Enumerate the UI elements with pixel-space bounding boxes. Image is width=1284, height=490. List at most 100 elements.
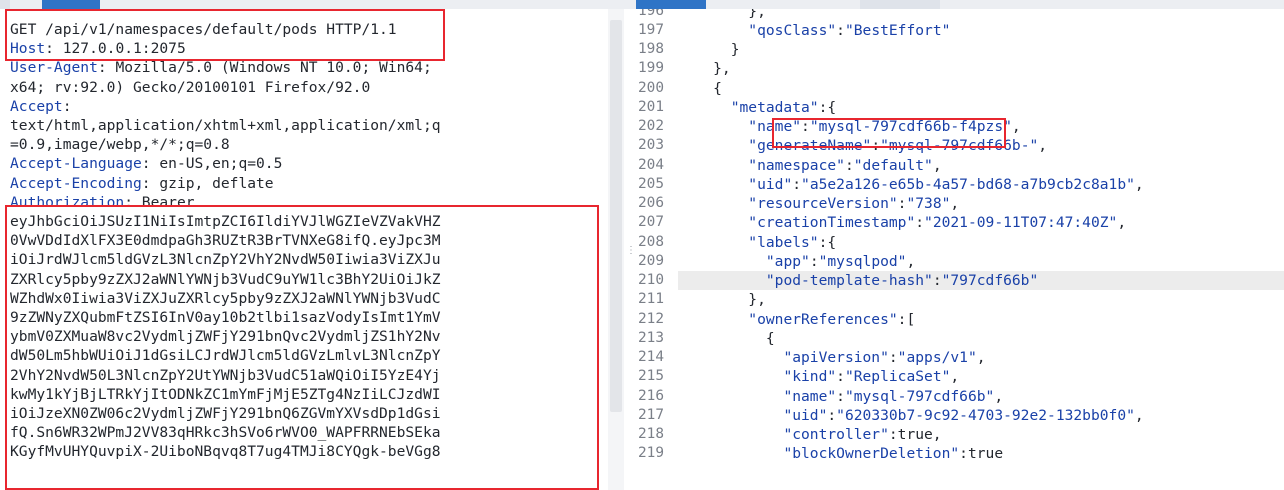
header-value: x64; rv:92.0) Gecko/20100101 Firefox/92.…	[10, 78, 371, 96]
line-number: 206	[632, 194, 676, 213]
json-punct: ,	[1011, 118, 1021, 135]
json-punct	[678, 445, 783, 462]
line-number: 219	[632, 444, 676, 463]
json-punct: :	[871, 137, 881, 155]
json-string: "mysql-797cdf66b"	[844, 387, 995, 405]
code-line: "labels":{	[678, 233, 1284, 252]
line-number-text: 205	[638, 175, 664, 192]
line-number: 200	[632, 79, 676, 98]
json-punct	[678, 176, 748, 193]
code-line: "controller":true,	[678, 425, 1284, 444]
json-key: "blockOwnerDeletion"	[783, 445, 960, 463]
request-line: 9zZWNyZXQubmFtZSI6InV0ay10b2tlbi1sazVody…	[10, 308, 441, 327]
json-string: "mysql-797cdf66b-"	[880, 137, 1039, 155]
json-string: "2021-09-11T07:47:40Z"	[924, 214, 1118, 232]
header-value: 2VhY2NvdW50L3NlcnZpY2UtYWNjb3VudC51aWQiO…	[10, 366, 441, 384]
line-number: 211	[632, 290, 676, 309]
json-punct	[678, 349, 783, 366]
tab-request-active[interactable]	[42, 0, 100, 9]
header-value: ZXRlcy5pby9zZXJ2aWNlYWNjb3VudC9uYW1lc3Bh…	[10, 270, 441, 288]
code-line: "generateName":"mysql-797cdf66b-",	[678, 136, 1284, 155]
header-value: : gzip, deflate	[141, 174, 274, 192]
json-key: "controller"	[783, 426, 889, 443]
json-key: "name"	[783, 387, 837, 405]
json-punct: }	[678, 41, 740, 58]
line-number-text: 203	[638, 137, 664, 154]
line-number-text: 201	[638, 98, 664, 115]
line-number: 201	[632, 98, 676, 117]
line-number-text: 215	[638, 368, 664, 385]
json-punct	[678, 137, 748, 154]
line-number: 213	[632, 329, 676, 348]
line-number: 208	[632, 233, 676, 252]
tab-request-raw[interactable]	[0, 0, 10, 9]
line-number-text: 196	[638, 9, 664, 19]
line-number: 209	[632, 252, 676, 271]
header-name: Authorization	[10, 193, 125, 211]
json-string: "ReplicaSet"	[844, 368, 951, 386]
header-value: text/html,application/xhtml+xml,applicat…	[10, 117, 441, 134]
json-punct: ,	[976, 349, 986, 366]
json-punct: :	[792, 175, 802, 193]
response-editor[interactable]: 196 197 198 199 200 201 202 203 204 205 206 207 208 2…	[632, 9, 1284, 490]
json-punct: },	[678, 9, 766, 20]
json-punct	[678, 195, 748, 212]
json-string: "a5e2a126-e65b-4a57-bd68-a7b9cb2c8a1b"	[801, 175, 1135, 193]
request-line: text/html,application/xhtml+xml,applicat…	[10, 116, 441, 135]
json-punct	[678, 426, 783, 443]
json-key: "namespace"	[748, 156, 845, 174]
request-scrollbar-thumb[interactable]	[610, 20, 622, 412]
json-punct	[678, 157, 748, 174]
line-number-text: 208	[638, 233, 664, 250]
line-number: 199	[632, 59, 676, 78]
header-name: User-Agent	[10, 59, 98, 77]
json-punct: ,	[950, 195, 960, 212]
json-punct: ,	[1117, 214, 1127, 232]
request-editor[interactable]: GET /api/v1/namespaces/default/pods HTTP…	[0, 9, 608, 490]
line-number-text: 211	[638, 291, 664, 308]
line-number-text: 204	[638, 156, 664, 173]
json-punct: ,	[994, 387, 1004, 405]
line-number: 212	[632, 310, 676, 329]
request-line: KGyfMvUHYQuvpiX-2UiboNBqvq8T7ug4TMJi8CYQ…	[10, 442, 441, 461]
header-value: fQ.Sn6WR32WPmJ2VV83qHRkc3hSVo6rWVO0_WAPF…	[10, 424, 441, 442]
request-line: 0VwVDdIdXlFX3E0dmdpaGh3RUZtR3BrTVNXeG8if…	[10, 231, 441, 250]
tab-response-active[interactable]	[636, 0, 706, 9]
json-punct: :	[844, 156, 854, 174]
tab-response-other[interactable]	[860, 0, 940, 9]
header-value: eyJhbGciOiJSUzI1NiIsImtpZCI6IldiYVJlWGZI…	[10, 213, 441, 230]
line-number-text: 206	[638, 195, 664, 211]
line-number-text: 198	[638, 41, 664, 57]
json-key: "apiVersion"	[783, 349, 889, 366]
json-key: "uid"	[783, 406, 828, 424]
json-punct	[678, 253, 766, 270]
line-number-text: 210	[638, 272, 664, 288]
code-line: "kind":"ReplicaSet",	[678, 367, 1284, 386]
line-number: 197	[632, 21, 676, 40]
header-value: WZhdWx0Iiwia3ViZXJuZXRlcy5pby9zZXJ2aWNlY…	[10, 289, 441, 307]
code-line: "uid":"620330b7-9c92-4703-92e2-132bb0f0"…	[678, 406, 1284, 425]
json-key: "generateName"	[748, 137, 872, 155]
json-punct: },	[678, 291, 766, 309]
code-line: "qosClass":"BestEffort"	[678, 21, 1284, 40]
line-number-text: 207	[638, 214, 664, 231]
request-line: iOiJrdWJlcm5ldGVzL3NlcnZpY2VhY2NvdW50Iiw…	[10, 250, 441, 269]
json-punct	[678, 368, 783, 385]
code-line: "name":"mysql-797cdf66b",	[678, 387, 1284, 406]
header-value: : Mozilla/5.0 (Windows NT 10.0; Win64;	[97, 59, 432, 77]
json-string: "797cdf66b"	[941, 272, 1039, 289]
line-number-gutter: 196 197 198 199 200 201 202 203 204 205 206 207 208 2…	[632, 9, 676, 490]
code-line: "metadata":{	[678, 98, 1284, 117]
request-line: kwMy1kYjBjLTRkYjItODNkZC1mYmFjMjE5ZTg4Nz…	[10, 385, 441, 404]
line-number: 218	[632, 425, 676, 444]
request-line: Authorization: Bearer	[10, 193, 195, 212]
json-punct	[678, 234, 748, 251]
json-key: "labels"	[748, 233, 819, 251]
json-punct: :true	[959, 445, 1004, 463]
request-line: Accept:	[10, 97, 72, 116]
header-value: iOiJzeXN0ZW06c2VydmljZWFjY291bnQ6ZGVmYXV…	[10, 405, 441, 422]
header-value: :	[62, 97, 72, 115]
json-punct: :{	[818, 98, 837, 116]
code-line: {	[678, 329, 1284, 348]
header-value: : 127.0.0.1:2075	[45, 40, 186, 58]
